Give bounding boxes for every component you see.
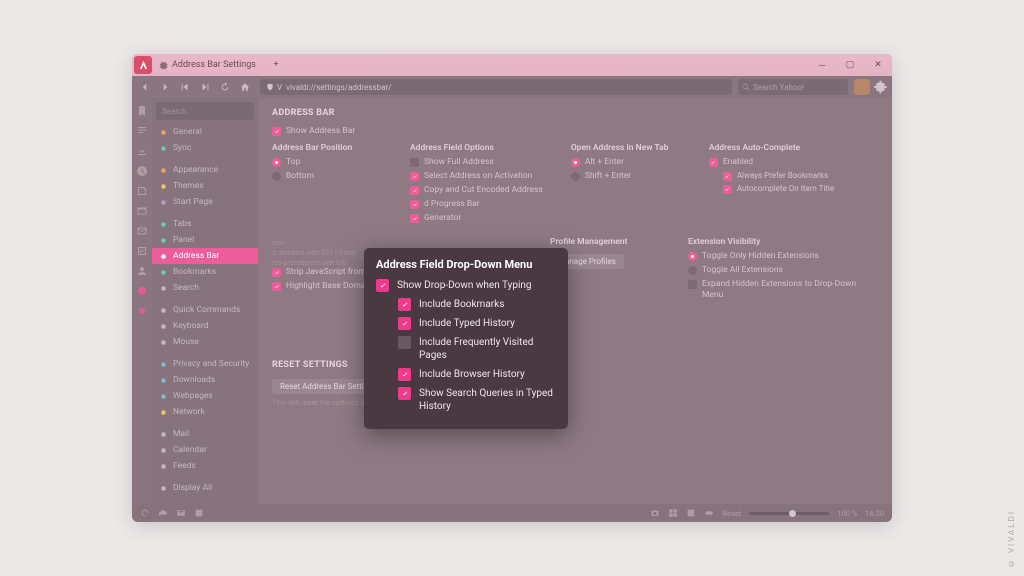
minimize-button[interactable]: ─ (808, 54, 836, 76)
shield-icon (266, 83, 274, 91)
reading-list-icon[interactable] (136, 122, 148, 134)
close-button[interactable]: ✕ (864, 54, 892, 76)
sidebar-item[interactable]: Address Bar (152, 248, 258, 264)
back-button[interactable] (136, 78, 154, 96)
popup-sub-checkbox[interactable]: Include Browser History (398, 368, 556, 381)
ac-item-checkbox[interactable]: Autocomplete On Item Title (723, 184, 834, 194)
ff-button[interactable] (196, 78, 214, 96)
sidebar-item[interactable]: Downloads (152, 372, 258, 388)
field-opt-checkbox[interactable]: Copy and Cut Encoded Address (410, 185, 543, 196)
ac-prefer-checkbox[interactable]: Always Prefer Bookmarks (723, 171, 834, 181)
dropdown-popup: Address Field Drop-Down Menu Show Drop-D… (364, 248, 568, 429)
field-opt-checkbox[interactable]: Select Address on Activation (410, 171, 543, 182)
search-icon (742, 83, 750, 91)
sidebar-item[interactable]: Mouse (152, 334, 258, 350)
sidebar-item[interactable]: Panel (152, 232, 258, 248)
contacts-panel-icon[interactable] (136, 262, 148, 274)
rewind-button[interactable] (176, 78, 194, 96)
mail-status-icon[interactable] (176, 508, 186, 518)
sidebar-item[interactable]: General (152, 124, 258, 140)
ext-all-radio[interactable]: Toggle All Extensions (688, 265, 878, 276)
sidebar-item[interactable]: Calendar (152, 442, 258, 458)
capture-icon[interactable] (650, 508, 660, 518)
sidebar-item[interactable]: Tabs (152, 216, 258, 232)
sidebar-item[interactable]: Privacy and Security (152, 356, 258, 372)
zoom-slider[interactable] (749, 512, 829, 515)
extensions-icon[interactable] (874, 80, 888, 94)
block-status-icon[interactable] (194, 508, 204, 518)
watermark: © VIVALDI (1007, 510, 1016, 568)
field-opt-checkbox[interactable]: Show Full Address (410, 157, 543, 168)
mail-panel-icon[interactable] (136, 222, 148, 234)
settings-sidebar: Search GeneralSync AppearanceThemesStart … (152, 98, 258, 504)
show-address-bar-checkbox[interactable]: Show Address Bar (272, 126, 878, 137)
reload-button[interactable] (216, 78, 234, 96)
forward-button[interactable] (156, 78, 174, 96)
sidebar-item[interactable]: Search (152, 280, 258, 296)
zoom-reset[interactable]: Reset (722, 509, 741, 518)
history-panel-icon[interactable] (136, 162, 148, 174)
sidebar-item[interactable]: Network (152, 404, 258, 420)
clock: 16:30 (865, 509, 884, 518)
sidebar-item[interactable]: Mail (152, 426, 258, 442)
toggle-icon[interactable] (704, 508, 714, 518)
sidebar-item[interactable]: Sync (152, 140, 258, 156)
title-bar: Address Bar Settings + ─ ▢ ✕ (132, 54, 892, 76)
settings-content: ADDRESS BAR Show Address Bar Address Bar… (258, 98, 892, 504)
popup-title: Address Field Drop-Down Menu (376, 258, 556, 271)
zoom-level: 100 % (837, 509, 857, 518)
browser-window: Address Bar Settings + ─ ▢ ✕ V vivaldi:/… (132, 54, 892, 522)
section-title: ADDRESS BAR (272, 108, 878, 118)
sidebar-item[interactable]: Feeds (152, 458, 258, 474)
downloads-panel-icon[interactable] (136, 142, 148, 154)
field-opt-checkbox[interactable]: d Progress Bar (410, 199, 543, 210)
sidebar-search[interactable]: Search (156, 102, 254, 120)
vivaldi-logo[interactable] (134, 56, 152, 74)
ext-only-radio[interactable]: Toggle Only Hidden Extensions (688, 251, 878, 262)
show-dropdown-checkbox[interactable]: Show Drop-Down when Typing (376, 279, 556, 292)
position-top-radio[interactable]: Top (272, 157, 382, 168)
shift-enter-radio[interactable]: Shift + Enter (571, 171, 681, 182)
search-field[interactable]: Search Yahoo! (738, 79, 848, 95)
sidebar-item[interactable]: Quick Commands (152, 302, 258, 318)
calendar-panel-icon[interactable] (136, 282, 148, 294)
sidebar-item[interactable]: Appearance (152, 162, 258, 178)
new-tab-button[interactable]: + (268, 57, 284, 73)
notes-panel-icon[interactable] (136, 182, 148, 194)
ac-enabled-checkbox[interactable]: Enabled (709, 157, 834, 168)
popup-sub-checkbox[interactable]: Show Search Queries in Typed History (398, 387, 556, 413)
sidebar-item[interactable]: Webpages (152, 388, 258, 404)
cloud-status-icon[interactable] (158, 508, 168, 518)
home-button[interactable] (236, 78, 254, 96)
profile-avatar[interactable] (854, 79, 870, 95)
sidebar-item[interactable]: Bookmarks (152, 264, 258, 280)
alt-enter-radio[interactable]: Alt + Enter (571, 157, 681, 168)
tasks-panel-icon[interactable] (136, 242, 148, 254)
window-panel-icon[interactable] (136, 202, 148, 214)
sidebar-item[interactable]: Keyboard (152, 318, 258, 334)
sidebar-item[interactable]: Display All (152, 480, 258, 496)
popup-sub-checkbox[interactable]: Include Bookmarks (398, 298, 556, 311)
tiling-icon[interactable] (668, 508, 678, 518)
feeds-panel-icon[interactable] (136, 302, 148, 314)
status-bar: Reset 100 % 16:30 (132, 504, 892, 522)
sidebar-item[interactable]: Themes (152, 178, 258, 194)
sync-status-icon[interactable] (140, 508, 150, 518)
panel-bar (132, 98, 152, 504)
field-opt-checkbox[interactable]: Generator (410, 213, 543, 224)
popup-sub-checkbox[interactable]: Include Frequently Visited Pages (398, 336, 556, 362)
bookmarks-panel-icon[interactable] (136, 102, 148, 114)
maximize-button[interactable]: ▢ (836, 54, 864, 76)
position-bottom-radio[interactable]: Bottom (272, 171, 382, 182)
toolbar: V vivaldi://settings/addressbar/ Search … (132, 76, 892, 98)
address-field[interactable]: V vivaldi://settings/addressbar/ (260, 79, 732, 95)
ext-expand-checkbox[interactable]: Expand Hidden Extensions to Drop-Down Me… (688, 279, 878, 301)
popup-sub-checkbox[interactable]: Include Typed History (398, 317, 556, 330)
images-icon[interactable] (686, 508, 696, 518)
gear-icon (158, 60, 168, 70)
tab-title[interactable]: Address Bar Settings (172, 60, 256, 70)
sidebar-item[interactable]: Start Page (152, 194, 258, 210)
